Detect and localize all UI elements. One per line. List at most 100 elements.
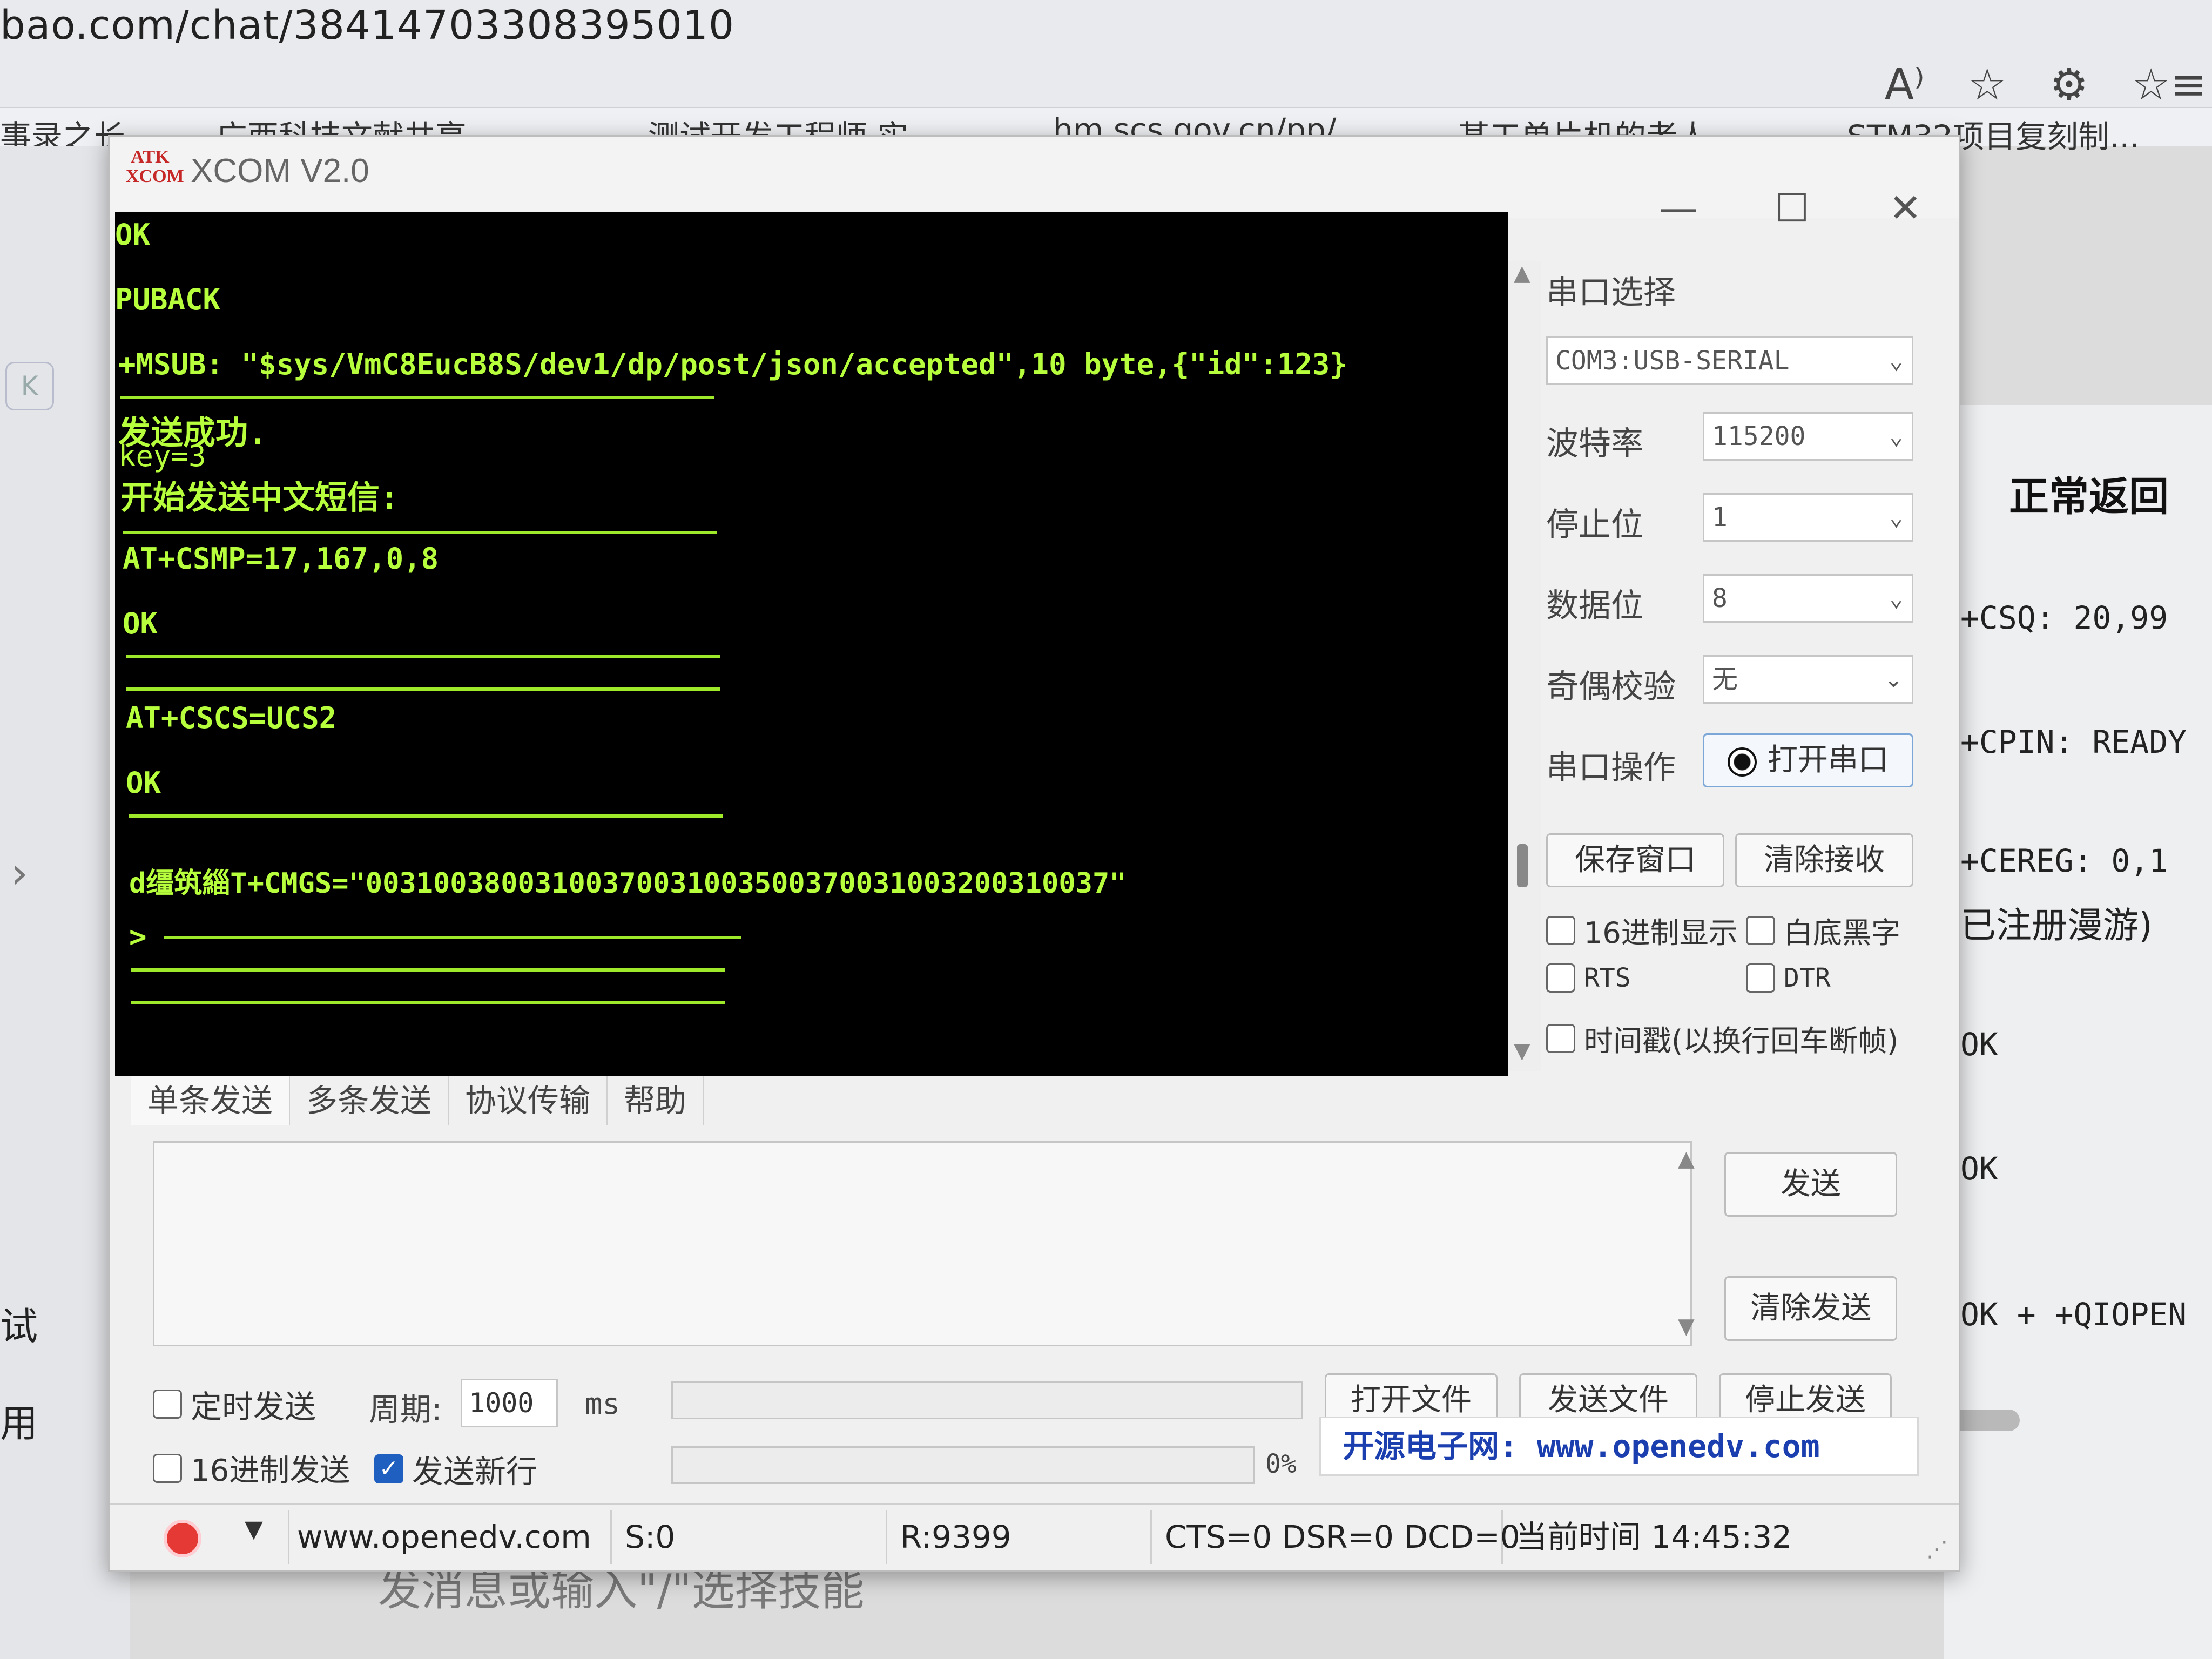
data-bits-label: 数据位: [1546, 587, 1643, 625]
hex-send-label: 16进制发送: [191, 1453, 350, 1488]
timestamp-label: 时间戳(以换行回车断帧): [1584, 1024, 1899, 1058]
checkbox-box[interactable]: [1746, 915, 1775, 945]
data-bits-value: 8: [1712, 583, 1728, 613]
terminal-separator: [131, 1001, 725, 1004]
terminal-scrollbar[interactable]: ▲ ▼: [1508, 261, 1541, 1071]
tab-single-send[interactable]: 单条发送: [131, 1076, 291, 1125]
open-port-button[interactable]: 打开串口: [1703, 733, 1913, 787]
period-input[interactable]: 1000: [461, 1379, 558, 1427]
parity-select[interactable]: 无 ⌄: [1703, 655, 1913, 704]
minimize-icon[interactable]: —: [1649, 185, 1708, 231]
response-line: +CEREG: 0,1: [1960, 842, 2168, 879]
save-window-button[interactable]: 保存窗口: [1546, 833, 1724, 887]
tab-protocol[interactable]: 协议传输: [449, 1076, 608, 1125]
white-bg-checkbox[interactable]: 白底黑字: [1746, 909, 1900, 952]
timed-send-checkbox[interactable]: 定时发送: [153, 1381, 316, 1427]
clear-send-button[interactable]: 清除发送: [1724, 1276, 1897, 1341]
checkbox-box[interactable]: [1546, 963, 1575, 993]
file-path-field[interactable]: [671, 1381, 1303, 1419]
response-line: OK: [1960, 1150, 1998, 1187]
close-icon[interactable]: ✕: [1876, 185, 1935, 231]
openedv-link[interactable]: 开源电子网: www.openedv.com: [1319, 1417, 1919, 1476]
receive-terminal[interactable]: OK PUBACK +MSUB: "$sys/VmC8EucB8S/dev1/d…: [115, 212, 1508, 1076]
send-input[interactable]: [153, 1141, 1692, 1346]
response-line: +CPIN: READY: [1960, 724, 2187, 760]
address-bar[interactable]: bao.com/chat/38414703308395010: [0, 2, 734, 49]
favorites-list-icon[interactable]: ☆≡: [2132, 59, 2207, 110]
tab-help[interactable]: 帮助: [608, 1076, 704, 1125]
logo-text-top: ATK: [131, 147, 170, 167]
terminal-line: key=3: [118, 439, 206, 473]
scroll-thumb[interactable]: [1517, 844, 1528, 887]
status-bar: ▼ www.openedv.com S:0 R:9399 CTS=0 DSR=0…: [110, 1503, 1959, 1568]
response-line: OK + +QIOPEN: [1960, 1296, 2187, 1333]
sidebar-k-badge[interactable]: K: [5, 362, 54, 410]
rts-label: RTS: [1584, 963, 1631, 993]
atk-logo-icon: ATK XCOM: [126, 147, 184, 186]
status-received-count: R:9399: [893, 1510, 1152, 1564]
serial-config-panel: 串口选择 COM3:USB-SERIAL ⌄ 波特率 115200 ⌄ 停止位 …: [1546, 261, 1924, 1109]
period-unit: ms: [585, 1387, 621, 1421]
terminal-separator: [120, 396, 714, 399]
status-sent-count: S:0: [617, 1510, 887, 1564]
checkbox-box[interactable]: [1546, 1023, 1575, 1053]
response-line: OK: [1960, 1026, 1998, 1063]
stop-bits-select[interactable]: 1 ⌄: [1703, 493, 1913, 542]
checkbox-box[interactable]: [1746, 963, 1775, 993]
send-mode-tabs: 单条发送 多条发送 协议传输 帮助: [131, 1076, 704, 1125]
terminal-separator: [129, 814, 723, 818]
chevron-down-icon[interactable]: ▼: [245, 1515, 263, 1543]
hex-display-checkbox[interactable]: 16进制显示: [1546, 909, 1738, 952]
data-bits-select[interactable]: 8 ⌄: [1703, 574, 1913, 623]
dtr-checkbox[interactable]: DTR: [1746, 963, 1831, 993]
hex-send-checkbox[interactable]: 16进制发送: [153, 1446, 350, 1490]
send-newline-label: 发送新行: [412, 1453, 538, 1490]
dtr-label: DTR: [1784, 963, 1831, 993]
scroll-down-icon[interactable]: ▼: [1514, 1038, 1530, 1063]
checkbox-box[interactable]: [1546, 915, 1575, 945]
timestamp-checkbox[interactable]: 时间戳(以换行回车断帧): [1546, 1017, 1898, 1060]
baud-rate-label: 波特率: [1546, 425, 1643, 463]
port-operation-label: 串口操作: [1546, 749, 1676, 787]
chevron-right-icon[interactable]: ›: [11, 848, 28, 898]
checkbox-checked-icon[interactable]: ✓: [374, 1454, 403, 1483]
resize-grip-icon[interactable]: ⋰: [1926, 1537, 1948, 1562]
tab-multi-send[interactable]: 多条发送: [290, 1076, 449, 1125]
extensions-icon[interactable]: ⚙: [2050, 59, 2089, 110]
terminal-line: +MSUB: "$sys/VmC8EucB8S/dev1/dp/post/jso…: [118, 347, 1347, 381]
scroll-down-icon[interactable]: ▼: [1678, 1314, 1695, 1339]
hex-display-label: 16进制显示: [1584, 916, 1738, 950]
send-newline-checkbox[interactable]: ✓ 发送新行: [374, 1446, 537, 1492]
send-scrollbar[interactable]: ▲ ▼: [1676, 1141, 1703, 1346]
record-icon[interactable]: [164, 1520, 201, 1557]
terminal-separator: [126, 655, 720, 658]
checkbox-box[interactable]: [153, 1453, 182, 1483]
send-button[interactable]: 发送: [1724, 1152, 1897, 1217]
terminal-line: OK: [123, 606, 158, 640]
port-select[interactable]: COM3:USB-SERIAL ⌄: [1546, 336, 1913, 385]
clear-receive-button[interactable]: 清除接收: [1735, 833, 1913, 887]
browser-icons: A⁾ ☆ ⚙ ☆≡: [1884, 59, 2207, 110]
chevron-down-icon: ⌄: [1889, 585, 1903, 611]
scroll-up-icon[interactable]: ▲: [1678, 1147, 1695, 1171]
chat-response-panel: +CSQ: 20,99 +CPIN: READY +CEREG: 0,1 已注册…: [1944, 405, 2212, 1659]
baud-rate-value: 115200: [1712, 421, 1806, 451]
terminal-line: 开始发送中文短信:: [120, 479, 400, 517]
response-line: 已注册漫游): [1960, 905, 2153, 946]
logo-text-bottom: XCOM: [126, 166, 184, 186]
status-url[interactable]: www.openedv.com: [288, 1510, 612, 1564]
baud-rate-select[interactable]: 115200 ⌄: [1703, 412, 1913, 461]
read-aloud-icon[interactable]: A⁾: [1884, 59, 1924, 110]
parity-label: 奇偶校验: [1546, 668, 1676, 706]
rts-checkbox[interactable]: RTS: [1546, 963, 1631, 993]
status-signals: CTS=0 DSR=0 DCD=0: [1157, 1510, 1520, 1564]
port-select-label: 串口选择: [1546, 274, 1676, 312]
terminal-separator: [123, 531, 717, 534]
favorite-star-icon[interactable]: ☆: [1968, 59, 2007, 110]
checkbox-box[interactable]: [153, 1390, 182, 1419]
timed-send-label: 定时发送: [191, 1388, 316, 1425]
scroll-up-icon[interactable]: ▲: [1514, 261, 1530, 286]
response-heading: 正常返回: [2009, 474, 2169, 520]
title-bar[interactable]: ATK XCOM XCOM V2.0 — ☐ ✕: [110, 137, 1959, 231]
maximize-icon[interactable]: ☐: [1762, 185, 1822, 231]
